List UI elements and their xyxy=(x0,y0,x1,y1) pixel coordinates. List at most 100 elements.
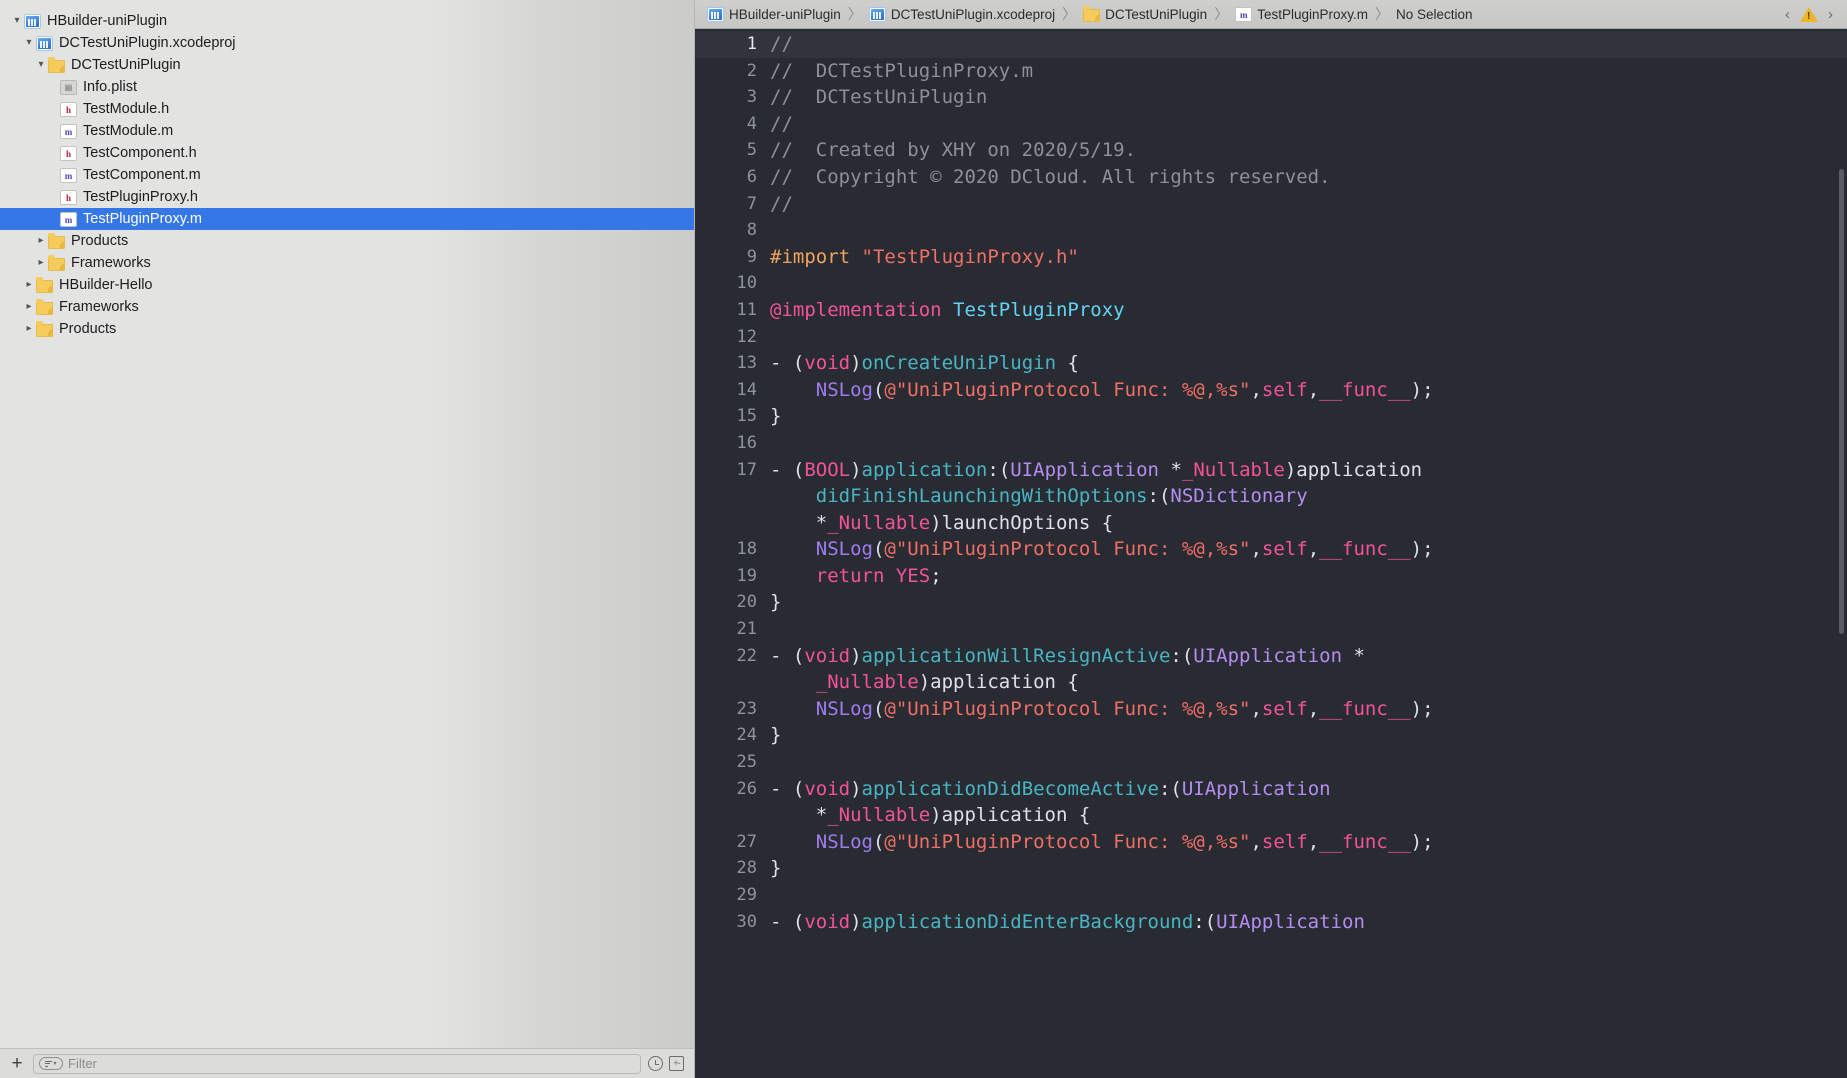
line-number: 30 xyxy=(736,911,757,932)
line-number xyxy=(695,483,770,510)
code-line[interactable]: 9 #import "TestPluginProxy.h" xyxy=(695,244,1847,271)
code-line[interactable]: 30 - (void)applicationDidEnterBackground:… xyxy=(695,909,1847,936)
code-line[interactable]: 20} xyxy=(695,589,1847,616)
code-text: // xyxy=(770,33,793,55)
breadcrumb-item-testpluginproxy-m[interactable]: m TestPluginProxy.m xyxy=(1233,6,1370,22)
code-line[interactable]: 10 xyxy=(695,270,1847,297)
code-line[interactable]: 22 - (void)applicationWillResignActive:(U… xyxy=(695,643,1847,670)
tree-item-testmodule-m[interactable]: m TestModule.m xyxy=(0,120,694,142)
code-line[interactable]: 4 // xyxy=(695,111,1847,138)
code-line[interactable]: 23 NSLog(@"UniPluginProtocol Func: %@,%s… xyxy=(695,696,1847,723)
tree-item-testmodule-h[interactable]: h TestModule.h xyxy=(0,98,694,120)
plus-minus-icon[interactable]: +- xyxy=(669,1056,684,1071)
line-number: 19 xyxy=(736,565,757,586)
code-text: #import "TestPluginProxy.h" xyxy=(770,245,1079,268)
tree-item-testpluginproxy-m[interactable]: m TestPluginProxy.m xyxy=(0,208,694,230)
code-line[interactable]: 7 // xyxy=(695,191,1847,218)
chevron-right-icon[interactable] xyxy=(22,318,36,340)
code-line[interactable]: 27 NSLog(@"UniPluginProtocol Func: %@,%s… xyxy=(695,829,1847,856)
filter-options-icon[interactable]: ▾ xyxy=(39,1057,63,1070)
code-line[interactable]: 16 xyxy=(695,430,1847,457)
code-line[interactable]: *_Nullable)launchOptions { xyxy=(695,510,1847,537)
code-line[interactable]: 2 // DCTestPluginProxy.m xyxy=(695,58,1847,85)
tree-item-label: TestComponent.m xyxy=(83,167,201,183)
code-line[interactable]: 28} xyxy=(695,855,1847,882)
breadcrumb-item-label: HBuilder-uniPlugin xyxy=(729,6,841,22)
tree-item-dctestuniplugin-xcodeproj[interactable]: DCTestUniPlugin.xcodeproj xyxy=(0,32,694,54)
code-line[interactable]: 29 xyxy=(695,882,1847,909)
chevron-down-icon[interactable] xyxy=(34,54,48,76)
code-line[interactable]: 26 - (void)applicationDidBecomeActive:(UI… xyxy=(695,776,1847,803)
code-line[interactable]: 24} xyxy=(695,722,1847,749)
code-line[interactable]: 19 return YES; xyxy=(695,563,1847,590)
chevron-right-icon[interactable] xyxy=(34,230,48,252)
tree-item-frameworks[interactable]: Frameworks xyxy=(0,296,694,318)
chevron-right-icon[interactable]: › xyxy=(1828,6,1833,23)
code-line[interactable]: 8 xyxy=(695,217,1847,244)
breadcrumb-item-no-selection[interactable]: No Selection xyxy=(1394,7,1475,22)
code-line[interactable]: didFinishLaunchingWithOptions:(NSDiction… xyxy=(695,483,1847,510)
clock-icon[interactable] xyxy=(648,1056,663,1071)
tree-item-testcomponent-h[interactable]: h TestComponent.h xyxy=(0,142,694,164)
line-number: 25 xyxy=(736,752,757,773)
line-number: 14 xyxy=(736,379,757,400)
code-line[interactable]: 17 - (BOOL)application:(UIApplication *_N… xyxy=(695,457,1847,484)
tree-item-label: Frameworks xyxy=(71,255,151,271)
code-line[interactable]: 5 // Created by XHY on 2020/5/19. xyxy=(695,137,1847,164)
tree-item-testpluginproxy-h[interactable]: h TestPluginProxy.h xyxy=(0,186,694,208)
chevron-left-icon[interactable]: ‹ xyxy=(1785,6,1790,23)
code-line[interactable]: *_Nullable)application { xyxy=(695,802,1847,829)
filter-input[interactable]: ▾ Filter xyxy=(33,1053,641,1074)
code-line[interactable]: 6 // Copyright © 2020 DCloud. All rights … xyxy=(695,164,1847,191)
tree-item-hbuilder-hello[interactable]: HBuilder-Hello xyxy=(0,274,694,296)
tree-item-dctestuniplugin[interactable]: DCTestUniPlugin xyxy=(0,54,694,76)
code-text: @implementation TestPluginProxy xyxy=(770,298,1125,321)
project-tree[interactable]: HBuilder-uniPlugin DCTestUniPlugin.xcodep… xyxy=(0,0,694,1048)
code-line[interactable]: 1 // xyxy=(695,31,1847,58)
vertical-scrollbar[interactable] xyxy=(1839,169,1844,634)
tree-item-label: DCTestUniPlugin.xcodeproj xyxy=(59,35,236,51)
breadcrumb-item-label: No Selection xyxy=(1395,6,1473,22)
tree-item-hbuilder-uniplugin[interactable]: HBuilder-uniPlugin xyxy=(0,10,694,32)
chevron-right-icon[interactable] xyxy=(22,274,36,296)
code-line[interactable]: 21 xyxy=(695,616,1847,643)
code-line[interactable]: 14 NSLog(@"UniPluginProtocol Func: %@,%s… xyxy=(695,377,1847,404)
warning-triangle-icon[interactable] xyxy=(1800,6,1818,22)
code-text: NSLog(@"UniPluginProtocol Func: %@,%s",s… xyxy=(815,830,1434,853)
code-line[interactable]: 13 - (void)onCreateUniPlugin { xyxy=(695,350,1847,377)
chevron-right-icon[interactable] xyxy=(22,296,36,318)
breadcrumb[interactable]: HBuilder-uniPlugin 〉 DCTestUniPlugin.xcode… xyxy=(695,0,1847,29)
breadcrumb-item-dctestuniplugin-xcodeproj[interactable]: DCTestUniPlugin.xcodeproj xyxy=(867,6,1057,22)
xcode-window: HBuilder-uniPlugin DCTestUniPlugin.xcodep… xyxy=(0,0,1847,1078)
line-number: 10 xyxy=(736,273,757,294)
tree-item-info-plist[interactable]: ▤ Info.plist xyxy=(0,76,694,98)
code-line[interactable]: 25 xyxy=(695,749,1847,776)
code-lines[interactable]: 1 // 2 // DCTestPluginProxy.m 3 // DCTestUniP… xyxy=(695,29,1847,935)
line-number: 2 xyxy=(746,60,757,81)
breadcrumb-item-dctestuniplugin[interactable]: DCTestUniPlugin xyxy=(1081,5,1209,22)
chevron-down-icon[interactable] xyxy=(22,32,36,54)
tree-item-testcomponent-m[interactable]: m TestComponent.m xyxy=(0,164,694,186)
code-line[interactable]: 3 // DCTestUniPlugin xyxy=(695,84,1847,111)
chevron-down-icon[interactable] xyxy=(10,10,24,32)
folder-icon xyxy=(36,298,53,315)
code-line[interactable]: 18 NSLog(@"UniPluginProtocol Func: %@,%s… xyxy=(695,536,1847,563)
add-file-button[interactable]: + xyxy=(8,1054,26,1073)
line-number: 6 xyxy=(746,166,757,187)
code-line[interactable]: 12 xyxy=(695,324,1847,351)
breadcrumb-item-hbuilder-uniplugin[interactable]: HBuilder-uniPlugin xyxy=(705,6,843,22)
code-line[interactable]: _Nullable)application { xyxy=(695,669,1847,696)
tree-item-label: HBuilder-Hello xyxy=(59,277,153,293)
code-line[interactable]: 11 @implementation TestPluginProxy xyxy=(695,297,1847,324)
line-number: 24 xyxy=(736,725,757,746)
chevron-right-icon[interactable] xyxy=(34,252,48,274)
header-icon: h xyxy=(60,146,77,161)
source-editor[interactable]: 1 // 2 // DCTestPluginProxy.m 3 // DCTestUniP… xyxy=(695,29,1847,1078)
tree-item-frameworks[interactable]: Frameworks xyxy=(0,252,694,274)
code-text: NSLog(@"UniPluginProtocol Func: %@,%s",s… xyxy=(815,378,1434,401)
tree-item-products[interactable]: Products xyxy=(0,230,694,252)
code-line[interactable]: 15} xyxy=(695,403,1847,430)
tree-item-products[interactable]: Products xyxy=(0,318,694,340)
